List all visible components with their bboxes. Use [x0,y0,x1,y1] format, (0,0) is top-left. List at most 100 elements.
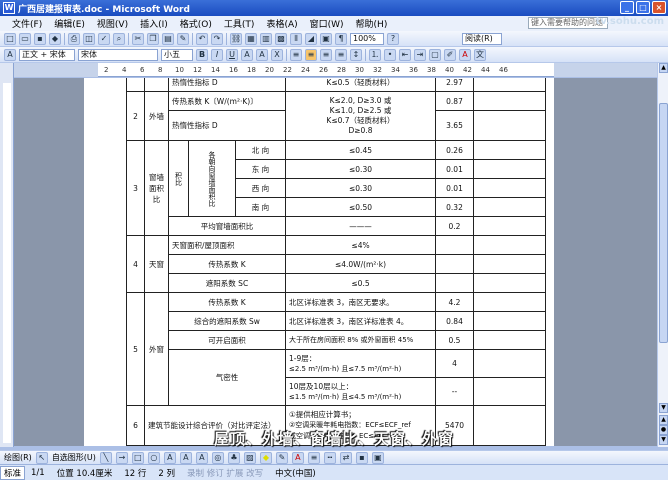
cut-icon[interactable]: ✂ [132,32,144,45]
table-cell[interactable]: 气密性 [168,349,286,406]
table-cell[interactable]: 10层及10层以上： ≤1.5 m³/(m·h) 且≤4.5 m³/(m²·h) [285,377,436,406]
font-size-select[interactable]: 小五 [161,48,193,61]
textbox-icon[interactable]: A [163,451,176,464]
table-cell[interactable]: 北区详标准表 3，南区详标准表 4。 [285,311,436,331]
table-cell[interactable]: 3.65 [435,110,474,141]
help-icon[interactable]: ? [387,32,399,45]
table-cell[interactable]: 综合的遮阳系数 Sw [168,311,286,331]
table-cell[interactable]: 1-9层： ≤2.5 m³/(m·h) 且≤7.5 m³/(m²·h) [285,349,436,378]
table-cell[interactable]: 6 [126,405,145,446]
select-objects-icon[interactable]: ↖ [35,451,48,464]
redo-icon[interactable]: ↷ [211,32,223,45]
font-select[interactable]: 宋体 [78,48,158,61]
diagram-icon[interactable]: ◎ [211,451,224,464]
line-color-icon[interactable]: ✎ [275,451,288,464]
table-cell[interactable]: 3 [126,140,145,236]
dash-style-icon[interactable]: ┅ [323,451,336,464]
table-cell[interactable]: 4.2 [435,292,474,312]
increase-indent-icon[interactable]: ⇥ [414,48,426,61]
fill-color-icon[interactable]: ◆ [259,451,272,464]
table-cell[interactable]: 天窗 [144,235,169,293]
picture-icon[interactable]: ▨ [243,451,256,464]
tables-borders-icon[interactable]: ▦ [245,32,257,45]
table-cell[interactable]: 热惰性指标 D [168,110,286,141]
zoom-select[interactable]: 100% [350,32,384,45]
table-cell[interactable]: 0.01 [435,159,474,179]
table-cell[interactable]: 0.2 [435,216,474,236]
table-cell[interactable]: ≤4.0W/(m²·k) [285,254,436,274]
vertical-scrollbar[interactable]: ▲ ▼ ▲ ● ▼ [657,63,668,447]
vertical-ruler[interactable] [0,63,14,447]
insert-table-icon[interactable]: ▥ [260,32,272,45]
table-cell[interactable]: 北区详标准表 3，南区无要求。 [285,292,436,312]
table-cell[interactable]: ≤4% [285,235,436,255]
copy-icon[interactable]: ❐ [147,32,159,45]
vertical-textbox-icon[interactable]: A [179,451,192,464]
styles-pane-icon[interactable]: A [4,48,16,61]
document-area[interactable]: 热惰性指标 D K≤0.5（轻质材料） 2.97 2 外墙 传热系数 K〔W/(… [14,78,657,446]
table-cell[interactable]: 天窗面积/屋顶面积 [168,235,286,255]
menu-window[interactable]: 窗口(W) [304,17,350,30]
maximize-button[interactable]: □ [636,1,650,14]
format-painter-icon[interactable]: ✎ [177,32,189,45]
table-cell[interactable]: ≤0.30 [285,159,436,179]
table-cell[interactable]: 0.32 [435,197,474,217]
scroll-up-icon[interactable]: ▲ [659,63,668,73]
open-icon[interactable]: ▭ [19,32,31,45]
line-style-icon[interactable]: ≡ [307,451,320,464]
scrollbar-thumb[interactable] [659,103,668,343]
document-map-icon[interactable]: ▣ [320,32,332,45]
table-cell[interactable]: 大于所在房间面积 8% 或外窗面积 45% [285,330,436,350]
arrow-style-icon[interactable]: ⇄ [339,451,352,464]
table-cell[interactable]: 南 向 [235,197,286,217]
table-cell[interactable]: 4 [126,235,145,293]
table-cell[interactable]: 各朝向窗墙面积比 [188,140,236,217]
align-right-icon[interactable]: ≡ [320,48,332,61]
3d-icon[interactable]: ▣ [371,451,384,464]
next-page-icon[interactable]: ▼ [659,435,668,445]
taskbar-standard-button[interactable]: 标准 [0,465,26,480]
research-icon[interactable]: ⌕ [113,32,125,45]
hyperlink-icon[interactable]: ⛓ [230,32,242,45]
border-icon[interactable]: ▢ [429,48,441,61]
table-cell[interactable]: ——— [285,216,436,236]
table-cell[interactable]: ≤0.30 [285,178,436,198]
table-cell[interactable]: 外墙 [144,91,169,141]
align-left-icon[interactable]: ≡ [290,48,302,61]
table-cell[interactable]: 东 向 [235,159,286,179]
insert-excel-icon[interactable]: ▩ [275,32,287,45]
new-icon[interactable]: □ [4,32,16,45]
menu-help[interactable]: 帮助(H) [350,17,394,30]
table-cell[interactable]: 0.26 [435,140,474,160]
decrease-indent-icon[interactable]: ⇤ [399,48,411,61]
read-button[interactable]: 阅读(R) [462,32,502,45]
undo-icon[interactable]: ↶ [196,32,208,45]
style-select[interactable]: 正文 + 宋体 [19,48,75,61]
columns-icon[interactable]: ⫴ [290,32,302,45]
menu-edit[interactable]: 编辑(E) [48,17,91,30]
save-icon[interactable]: ▪ [34,32,46,45]
print-icon[interactable]: ⎙ [68,32,80,45]
menu-file[interactable]: 文件(F) [6,17,48,30]
table-cell[interactable]: 0.01 [435,178,474,198]
table-cell[interactable]: 传热系数 K [168,254,286,274]
table-cell[interactable]: 北 向 [235,140,286,160]
paste-icon[interactable]: ▤ [162,32,174,45]
table-cell[interactable]: ≤0.50 [285,197,436,217]
rectangle-icon[interactable]: □ [131,451,144,464]
table-cell[interactable]: ≤0.5 [285,273,436,293]
chinese-layout-icon[interactable]: 文 [474,48,486,61]
menu-insert[interactable]: 插入(I) [134,17,174,30]
line-spacing-icon[interactable]: ↕ [350,48,362,61]
table-cell[interactable]: 2.97 [435,78,474,92]
menu-table[interactable]: 表格(A) [260,17,303,30]
char-scale-icon[interactable]: X [271,48,283,61]
autoshapes-menu[interactable]: 自选图形(U) [52,452,96,463]
menu-view[interactable]: 视图(V) [91,17,134,30]
table-cell[interactable]: K≤0.5（轻质材料） [285,78,436,92]
horizontal-ruler[interactable]: 2 4 6 8 10 12 14 16 18 20 22 24 26 28 30… [14,63,657,77]
table-cell[interactable]: 积比 [168,140,189,217]
char-shading-icon[interactable]: A [256,48,268,61]
underline-icon[interactable]: U [226,48,238,61]
draw-menu[interactable]: 绘图(R) [4,452,32,463]
